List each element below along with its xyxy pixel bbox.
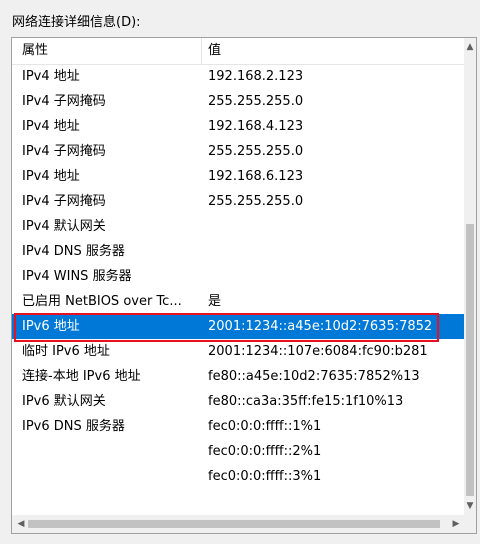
row-value: fec0:0:0:ffff::3%1 — [208, 469, 322, 484]
table-row[interactable]: 临时 IPv6 地址 2001:1234::107e:6084:fc90:b281 — [12, 339, 465, 364]
section-label: 网络连接详细信息(D): — [12, 15, 141, 30]
row-property: IPv4 默认网关 — [22, 219, 106, 234]
column-header-property[interactable]: 属性 — [12, 38, 202, 64]
table-row[interactable]: 连接-本地 IPv6 地址 fe80::a45e:10d2:7635:7852%1… — [12, 364, 465, 389]
table-row[interactable]: IPv4 WINS 服务器 — [12, 264, 465, 289]
horizontal-scroll-thumb[interactable] — [28, 520, 440, 528]
row-value: 255.255.255.0 — [208, 94, 304, 109]
row-property: 连接-本地 IPv6 地址 — [22, 369, 141, 384]
row-value: fe80::ca3a:35ff:fe15:1f10%13 — [208, 394, 404, 409]
network-details-list[interactable]: 属性 值 IPv4 地址 192.168.2.123 IPv4 子网掩码 255.25… — [11, 37, 477, 534]
scroll-left-icon[interactable]: ◀ — [14, 515, 28, 533]
table-row[interactable]: IPv4 子网掩码 255.255.255.0 — [12, 139, 465, 164]
row-property: IPv4 DNS 服务器 — [22, 244, 125, 259]
table-row[interactable]: IPv4 子网掩码 255.255.255.0 — [12, 189, 465, 214]
row-value: fe80::a45e:10d2:7635:7852%13 — [208, 369, 420, 384]
row-property: IPv4 子网掩码 — [22, 194, 106, 209]
row-property: IPv6 地址 — [22, 319, 80, 334]
row-property: IPv4 地址 — [22, 69, 80, 84]
row-value: 255.255.255.0 — [208, 144, 304, 159]
row-value: 是 — [208, 294, 222, 309]
row-value: 255.255.255.0 — [208, 194, 304, 209]
table-row[interactable]: IPv4 子网掩码 255.255.255.0 — [12, 89, 465, 114]
table-row[interactable]: IPv6 DNS 服务器 fec0:0:0:ffff::1%1 — [12, 414, 465, 439]
scroll-up-icon[interactable]: ▲ — [464, 40, 476, 55]
row-property: IPv4 子网掩码 — [22, 144, 106, 159]
table-row[interactable]: fec0:0:0:ffff::2%1 — [12, 439, 465, 464]
scrollbar-corner — [464, 515, 476, 533]
table-row[interactable]: IPv4 DNS 服务器 — [12, 239, 465, 264]
table-row[interactable]: IPv4 地址 192.168.6.123 — [12, 164, 465, 189]
vertical-scroll-thumb[interactable] — [466, 224, 474, 496]
table-row[interactable]: 已启用 NetBIOS over Tc... 是 — [12, 289, 465, 314]
table-row[interactable]: IPv4 默认网关 — [12, 214, 465, 239]
row-value: 2001:1234::107e:6084:fc90:b281 — [208, 344, 428, 359]
horizontal-scrollbar[interactable]: ◀ ▶ — [12, 515, 465, 533]
row-property: IPv4 子网掩码 — [22, 94, 106, 109]
row-value: fec0:0:0:ffff::2%1 — [208, 444, 322, 459]
vertical-scrollbar[interactable]: ▲ ▼ — [464, 38, 476, 516]
row-value: fec0:0:0:ffff::1%1 — [208, 419, 322, 434]
scroll-down-icon[interactable]: ▼ — [464, 499, 476, 514]
table-row[interactable]: IPv6 地址 2001:1234::a45e:10d2:7635:7852 — [12, 314, 465, 339]
table-row[interactable]: IPv4 地址 192.168.2.123 — [12, 64, 465, 89]
row-property: IPv4 地址 — [22, 169, 80, 184]
table-row[interactable]: IPv6 默认网关 fe80::ca3a:35ff:fe15:1f10%13 — [12, 389, 465, 414]
scroll-right-icon[interactable]: ▶ — [449, 515, 463, 533]
column-header-value[interactable]: 值 — [202, 38, 465, 64]
row-property: IPv6 DNS 服务器 — [22, 419, 125, 434]
row-value: 192.168.6.123 — [208, 169, 304, 184]
row-property: IPv4 地址 — [22, 119, 80, 134]
row-property: 临时 IPv6 地址 — [22, 344, 110, 359]
row-value: 192.168.4.123 — [208, 119, 304, 134]
row-value: 192.168.2.123 — [208, 69, 304, 84]
row-property: IPv4 WINS 服务器 — [22, 269, 132, 284]
row-property: 已启用 NetBIOS over Tc... — [22, 294, 182, 309]
row-property: IPv6 默认网关 — [22, 394, 106, 409]
list-header: 属性 值 — [12, 38, 465, 65]
row-value: 2001:1234::a45e:10d2:7635:7852 — [208, 319, 433, 334]
table-row[interactable]: IPv4 地址 192.168.4.123 — [12, 114, 465, 139]
table-row[interactable]: fec0:0:0:ffff::3%1 — [12, 464, 465, 489]
list-rows: IPv4 地址 192.168.2.123 IPv4 子网掩码 255.255.255… — [12, 64, 465, 489]
